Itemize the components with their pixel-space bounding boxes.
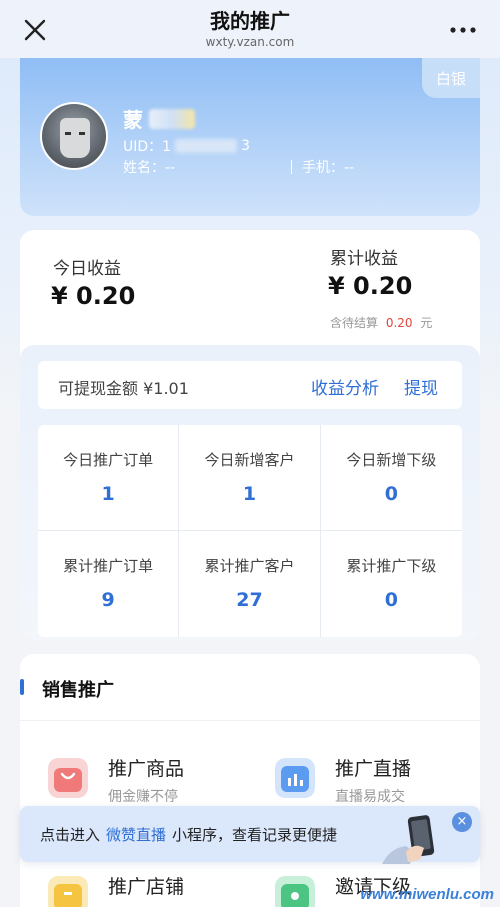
stat-value: 1 [101,483,115,505]
section-accent-bar [20,679,24,695]
phone-hand-illustration [382,815,435,864]
top-bar: 我的推广 wxty.vzan.com [0,0,500,58]
user-name: 蒙 [123,104,195,133]
user-info-row: 姓名：-- 手机：-- [123,157,463,177]
stat-today-orders[interactable]: 今日推广订单 1 [38,425,180,531]
page-domain: wxty.vzan.com [205,35,295,49]
promote-live-button[interactable]: 推广直播 直播易成交 [267,754,467,814]
stat-value: 27 [236,589,263,611]
banner-text: 点击进入 微赞直播 小程序，查看记录更便捷 [40,824,337,845]
sales-section: 销售推广 推广商品 佣金赚不停 推广直播 直播易成交 推广店铺 邀请下级 [20,654,480,907]
banner-text-before: 点击进入 [40,826,101,844]
stat-today-customers[interactable]: 今日新增客户 1 [179,425,321,531]
watermark: www.miwenlu.com [360,886,494,903]
uid-suffix: 3 [241,138,250,154]
withdrawable-amount: 可提现金额 ¥1.01 [58,379,189,398]
title-block: 我的推广 wxty.vzan.com [206,8,295,50]
more-icon[interactable] [448,18,478,42]
uid-label: UID：1 [123,139,172,155]
earnings-analysis-link[interactable]: 收益分析 [311,374,379,399]
avatar[interactable] [40,102,108,170]
user-icon [275,876,315,907]
feature-title: 推广商品 [108,758,185,780]
stats-panel: 可提现金额 ¥1.01 收益分析 提现 今日推广订单 1 今日新增客户 1 今日… [20,345,480,640]
banner-close-icon[interactable]: × [452,812,472,832]
stat-value: 0 [384,589,398,611]
banner-highlight[interactable]: 微赞直播 [106,826,166,844]
feature-title: 推广直播 [335,758,412,780]
page-title: 我的推广 [209,9,290,33]
stat-total-customers[interactable]: 累计推广客户 27 [179,531,321,637]
bag-icon [48,758,88,798]
pending-unit: 元 [420,316,433,330]
stat-value: 0 [384,483,398,505]
shop-icon [48,876,88,907]
stat-label: 今日推广订单 [63,451,154,469]
profile-card: 白银 蒙 UID：1 3 姓名：-- 手机：-- [20,58,480,216]
promote-products-button[interactable]: 推广商品 佣金赚不停 [40,754,240,814]
pending-value: 0.20 [385,316,413,330]
user-name-text: 蒙 [123,108,143,132]
total-earnings-value: ¥ 0.20 [328,272,413,300]
pending-settlement: 含待结算 0.20 元 [330,314,432,331]
stat-today-subordinates[interactable]: 今日新增下级 0 [320,425,462,531]
avatar-eye [79,132,85,135]
close-icon[interactable] [22,17,48,43]
earnings-card: 今日收益 ¥ 0.20 累计收益 ¥ 0.20 含待结算 0.20 元 可提现金… [20,230,480,640]
stat-label: 累计推广客户 [204,557,295,575]
section-heading: 销售推广 [42,680,114,701]
stat-total-subordinates[interactable]: 累计推广下级 0 [321,531,462,637]
avatar-face [60,118,90,158]
today-earnings-value: ¥ 0.20 [51,282,136,310]
feature-subtitle: 直播易成交 [335,789,405,805]
phone: 手机：-- [302,160,355,176]
total-earnings-label: 累计收益 [330,249,398,269]
blurred-name [149,108,195,129]
level-badge: 白银 [422,58,480,98]
promote-shop-button[interactable]: 推广店铺 [40,872,240,907]
stat-label: 累计推广下级 [346,557,437,575]
banner-text-after: 小程序，查看记录更便捷 [172,826,338,844]
stat-total-orders[interactable]: 累计推广订单 9 [38,531,180,637]
stat-value: 1 [242,483,257,505]
info-divider [291,160,292,174]
feature-subtitle: 佣金赚不停 [108,789,178,805]
withdraw-bar: 可提现金额 ¥1.01 收益分析 提现 [38,361,462,409]
blurred-uid [175,139,238,153]
stats-grid: 今日推广订单 1 今日新增客户 1 今日新增下级 0 累计推广订单 9 累计推广… [38,425,462,637]
chart-icon [275,758,315,798]
avatar-eye [65,132,71,135]
section-divider [20,720,480,721]
stat-label: 今日新增客户 [204,451,295,469]
stat-value: 9 [101,589,115,611]
stat-label: 今日新增下级 [346,451,437,469]
withdraw-link[interactable]: 提现 [404,374,438,399]
real-name: 姓名：-- [123,160,176,176]
user-uid: UID：1 3 [123,136,250,156]
pending-label: 含待结算 [330,316,379,330]
today-earnings-label: 今日收益 [53,259,121,279]
feature-title: 推广店铺 [108,876,185,898]
stat-label: 累计推广订单 [63,557,154,575]
